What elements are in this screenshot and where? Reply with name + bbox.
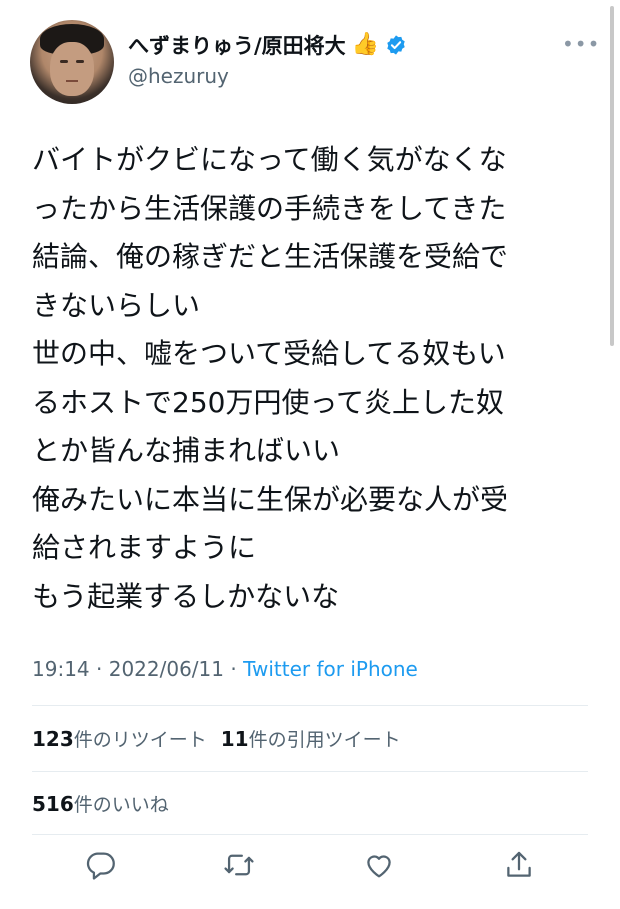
tweet-text-line: 給されますように: [32, 531, 257, 564]
tweet-text-line: るホストで250万円使って炎上した奴: [32, 385, 505, 419]
quotes-count: 11: [220, 727, 249, 751]
tweet-text-line: きないらしい: [32, 288, 201, 322]
tweet-text-line: ったから生活保護の手続きをしてきた: [32, 191, 507, 225]
like-icon[interactable]: [362, 848, 396, 882]
likes-link[interactable]: 516件のいいね: [32, 792, 169, 816]
divider: [32, 771, 588, 772]
divider: [32, 834, 588, 835]
tweet-date[interactable]: 2022/06/11: [109, 657, 224, 681]
tweet-text: バイトがクビになって働く気がなくな ったから生活保護の手続きをしてきた 結論、俺…: [32, 136, 592, 621]
meta-separator: ·: [230, 657, 244, 681]
avatar-eye-right: [76, 60, 84, 63]
tweet-text-line: 結論、俺の稼ぎだと生活保護を受給で: [32, 240, 509, 273]
tweet-text-line: 世の中、嘘をついて受給してる奴もい: [32, 337, 506, 370]
retweet-stats-row: 123件のリツイート 11件の引用ツイート: [32, 725, 401, 752]
meta-separator: ·: [96, 657, 109, 681]
quotes-label: 件の引用ツイート: [248, 729, 401, 751]
divider: [32, 705, 588, 706]
likes-stats-row: 516件のいいね: [32, 790, 169, 817]
avatar[interactable]: [30, 20, 114, 104]
more-icon[interactable]: •••: [562, 32, 600, 56]
retweets-count: 123: [32, 727, 74, 751]
likes-label: 件のいいね: [73, 794, 169, 816]
avatar-mouth: [66, 80, 78, 82]
retweet-icon[interactable]: [222, 848, 256, 882]
tweet-text-line: バイトがクビになって働く気がなくな: [32, 143, 507, 176]
likes-count: 516: [32, 792, 74, 816]
retweets-link[interactable]: 123件のリツイート: [32, 727, 207, 751]
verified-badge-icon: [385, 34, 407, 56]
retweets-label: 件のリツイート: [73, 729, 207, 751]
tweet-actions: [32, 848, 588, 888]
tweet-time[interactable]: 19:14: [32, 657, 90, 681]
tweet-detail: へずまりゅう/原田将大 👍 @hezuruy ••• バイトがクビになって働く気…: [0, 0, 620, 909]
user-handle[interactable]: @hezuruy: [128, 64, 229, 88]
tweet-source-link[interactable]: Twitter for iPhone: [243, 657, 418, 681]
tweet-meta: 19:14 · 2022/06/11 · Twitter for iPhone: [32, 657, 418, 681]
tweet-text-line: もう起業するしかないな: [32, 579, 340, 613]
reply-icon[interactable]: [84, 848, 118, 882]
avatar-face: [50, 42, 94, 96]
display-name[interactable]: へずまりゅう/原田将大: [128, 30, 346, 60]
thumbs-up-emoji: 👍: [351, 32, 380, 57]
share-icon[interactable]: [502, 848, 536, 882]
user-name-row: へずまりゅう/原田将大 👍: [128, 30, 407, 60]
avatar-eye-left: [60, 60, 68, 63]
quotes-link[interactable]: 11件の引用ツイート: [220, 727, 401, 751]
tweet-text-line: 俺みたいに本当に生保が必要な人が受: [32, 482, 509, 516]
scrollbar[interactable]: [610, 6, 614, 346]
tweet-text-line: とか皆んな捕まればいい: [32, 434, 341, 467]
